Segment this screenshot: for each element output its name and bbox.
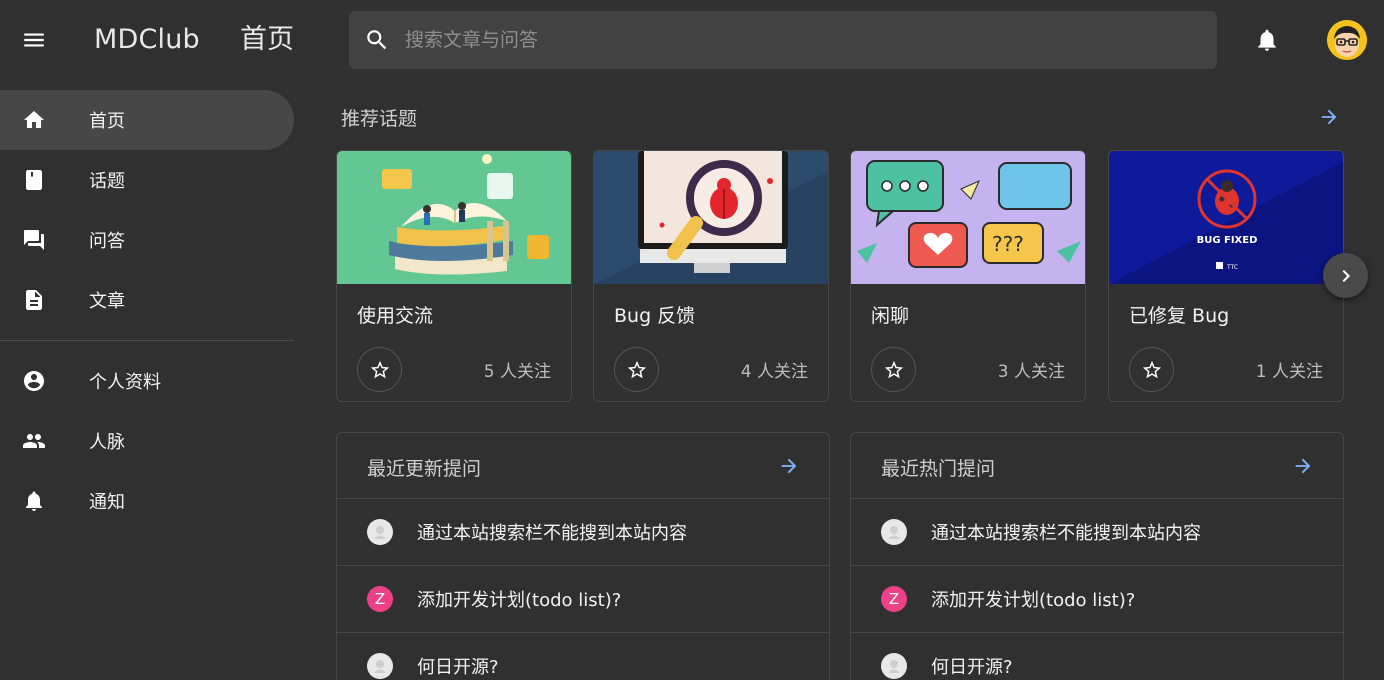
topics-more-button[interactable] [1314,102,1344,132]
card-header: 最近热门提问 [851,433,1343,499]
topic-card[interactable]: Bug 反馈 4 人关注 [593,150,829,402]
follower-count: 1 人关注 [1255,362,1323,382]
question-title: 添加开发计划(todo list)? [417,590,622,611]
topic-name: 使用交流 [357,305,434,327]
menu-button[interactable] [14,20,54,60]
card-title: 最近更新提问 [367,458,482,480]
avatar-cartoon-icon [1327,20,1367,60]
recent-questions-card: 最近更新提问 通过本站搜索栏不能搜到本站内容 Z 添加开发计划(todo lis… [336,432,830,680]
arrow-forward-icon [1321,109,1337,125]
follow-button[interactable] [871,347,916,392]
recent-questions-more-button[interactable] [774,451,804,481]
topic-card[interactable]: 使用交流 5 人关注 [336,150,572,402]
search-icon[interactable] [349,11,405,69]
topic-name: 已修复 Bug [1129,305,1230,327]
nav-item-articles[interactable]: 文章 [0,270,294,330]
follow-button[interactable] [1129,347,1174,392]
nav-item-home[interactable]: 首页 [0,90,294,150]
search-input[interactable] [405,11,1217,69]
nav-item-label: 文章 [89,291,125,312]
topic-name: 闲聊 [871,305,910,327]
question-title: 何日开源? [931,657,1013,678]
star-border-icon [370,360,389,378]
image-caption-text: BUG FIXED [1197,235,1258,246]
default-avatar-icon [888,660,900,673]
avatar: Z [367,586,393,612]
forum-icon [0,228,68,252]
avatar [881,519,907,545]
question-item[interactable]: 何日开源? [851,633,1343,680]
topic-card[interactable]: BUG FIXED TTC 已修复 Bug 1 人关注 [1108,150,1344,402]
carousel-next-button[interactable] [1323,253,1368,298]
hot-questions-card: 最近热门提问 通过本站搜索栏不能搜到本站内容 Z 添加开发计划(todo lis… [850,432,1344,680]
follower-count: 4 人关注 [740,362,808,382]
nav-item-label: 人脉 [89,432,125,453]
menu-icon [24,33,44,47]
svg-text:???: ??? [992,232,1024,256]
people-icon [0,429,68,453]
question-title: 通过本站搜索栏不能搜到本站内容 [417,523,687,544]
home-icon [0,108,68,132]
recommended-topics-title: 推荐话题 [341,108,418,130]
app-bar: MDClub 首页 [0,0,1384,80]
nav-item-label: 话题 [89,171,125,192]
avatar: Z [881,586,907,612]
nav-item-label: 通知 [89,492,125,513]
follow-button[interactable] [357,347,402,392]
card-header: 最近更新提问 [337,433,829,499]
notifications-icon [0,489,68,513]
book-icon [0,168,68,192]
chevron-right-icon [1342,269,1350,282]
avatar [881,653,907,679]
description-icon [0,288,68,312]
notifications-button[interactable] [1247,20,1287,60]
navigation-drawer: 首页 话题 问答 文章 个人资料 人脉 通知 [0,80,294,680]
topic-card[interactable]: ??? 闲聊 3 人关注 [850,150,1086,402]
search-bar [349,11,1217,69]
question-item[interactable]: Z 添加开发计划(todo list)? [851,566,1343,633]
avatar [367,653,393,679]
nav-item-questions[interactable]: 问答 [0,210,294,270]
image-logo-text: TTC [1226,264,1238,271]
topic-image-chat: ??? [851,151,1085,284]
follower-count: 3 人关注 [997,362,1065,382]
question-title: 添加开发计划(todo list)? [931,590,1136,611]
question-item[interactable]: 何日开源? [337,633,829,680]
topic-image-bug [594,151,828,284]
star-border-icon [884,360,903,378]
nav-item-notifications[interactable]: 通知 [0,471,294,531]
arrow-forward-icon [781,458,797,474]
card-title: 最近热门提问 [881,458,996,480]
question-item[interactable]: 通过本站搜索栏不能搜到本站内容 [337,499,829,566]
nav-item-label: 个人资料 [89,372,161,393]
account-circle-icon [0,369,68,393]
user-avatar[interactable] [1327,20,1367,60]
nav-item-label: 问答 [89,231,125,252]
star-border-icon [1142,360,1161,378]
star-border-icon [627,360,646,378]
drawer-divider [0,340,294,341]
nav-item-label: 首页 [89,111,125,132]
question-title: 通过本站搜索栏不能搜到本站内容 [931,523,1201,544]
notifications-icon [1258,29,1276,51]
nav-item-contacts[interactable]: 人脉 [0,411,294,471]
nav-item-topics[interactable]: 话题 [0,150,294,210]
topic-image-bug-fixed: BUG FIXED TTC [1109,151,1343,284]
topic-image-books [337,151,571,284]
follower-count: 5 人关注 [483,362,551,382]
default-avatar-icon [888,526,900,539]
default-avatar-icon [374,526,386,539]
topic-name: Bug 反馈 [614,305,696,327]
question-item[interactable]: Z 添加开发计划(todo list)? [337,566,829,633]
follow-button[interactable] [614,347,659,392]
question-title: 何日开源? [417,657,499,678]
default-avatar-icon [374,660,386,673]
avatar [367,519,393,545]
arrow-forward-icon [1295,458,1311,474]
hot-questions-more-button[interactable] [1288,451,1318,481]
page-title: 首页 [240,24,294,55]
nav-item-profile[interactable]: 个人资料 [0,351,294,411]
question-item[interactable]: 通过本站搜索栏不能搜到本站内容 [851,499,1343,566]
brand-logo[interactable]: MDClub [94,22,200,58]
